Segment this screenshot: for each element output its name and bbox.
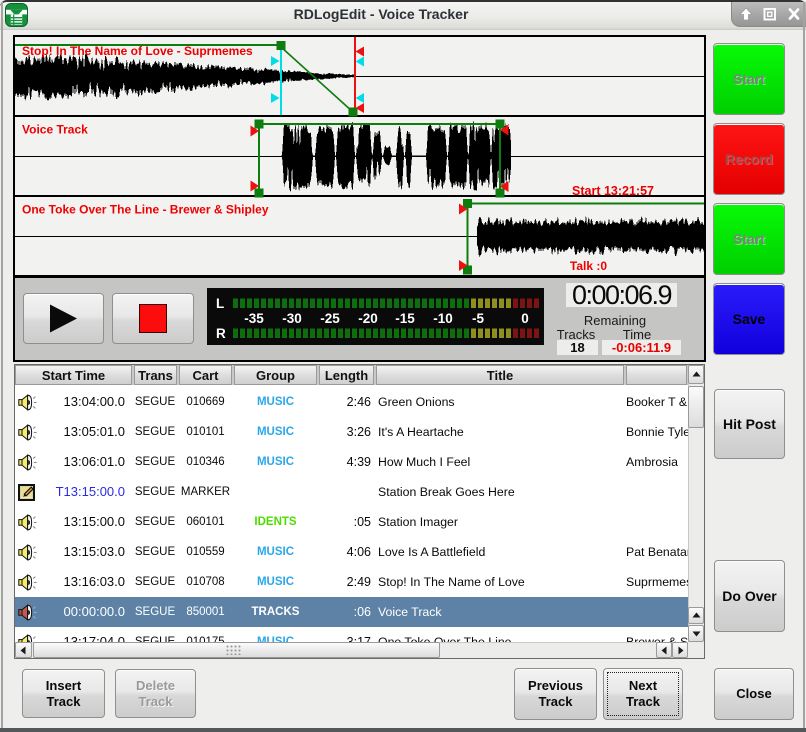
svg-text:Voice Track: Voice Track xyxy=(22,123,88,137)
svg-text:-20: -20 xyxy=(358,311,378,326)
svg-text:-10: -10 xyxy=(433,311,453,326)
svg-text:-15: -15 xyxy=(395,311,415,326)
svg-text:-35: -35 xyxy=(244,311,264,326)
svg-text:R: R xyxy=(216,326,226,341)
svg-text:Start 13:21:57: Start 13:21:57 xyxy=(572,184,654,198)
svg-text:0: 0 xyxy=(521,311,529,326)
svg-text:-30: -30 xyxy=(282,311,302,326)
svg-text:Stop! In The Name of Love - Su: Stop! In The Name of Love - Suprmemes xyxy=(22,44,253,58)
svg-text:Talk :0: Talk :0 xyxy=(570,259,607,273)
svg-text:-25: -25 xyxy=(320,311,340,326)
svg-text:One Toke Over The Line - Brewe: One Toke Over The Line - Brewer & Shiple… xyxy=(22,203,269,217)
svg-text:-5: -5 xyxy=(472,311,484,326)
svg-text:L: L xyxy=(216,296,224,311)
